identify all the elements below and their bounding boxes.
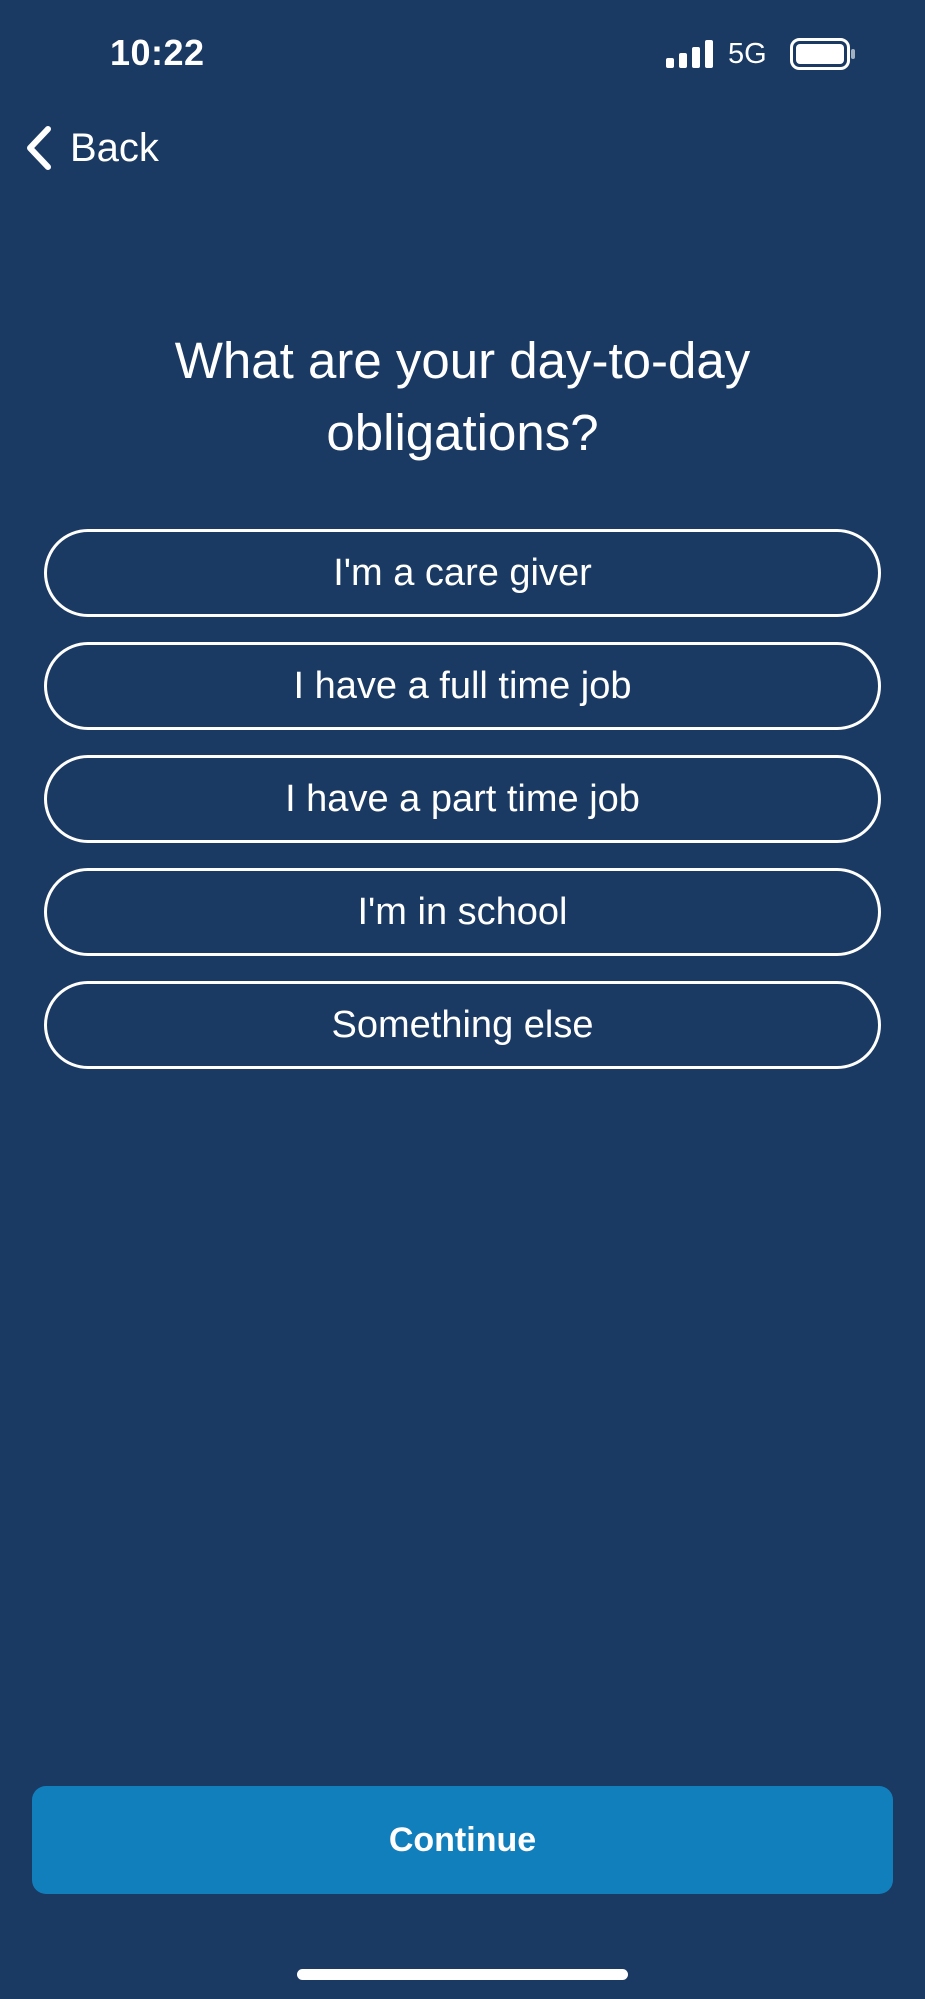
question-title: What are your day-to-day obligations?	[174, 332, 751, 461]
option-in-school[interactable]: I'm in school	[44, 868, 881, 956]
home-indicator[interactable]	[297, 1969, 628, 1980]
status-bar: 10:22 5G	[0, 0, 925, 110]
back-label: Back	[70, 125, 159, 170]
continue-button[interactable]: Continue	[32, 1786, 893, 1894]
option-part-time-job[interactable]: I have a part time job	[44, 755, 881, 843]
option-something-else[interactable]: Something else	[44, 981, 881, 1069]
obligations-screen: 10:22 5G Back What are your day-to-day o…	[0, 0, 925, 1999]
options-list: I'm a care giver I have a full time job …	[44, 529, 881, 1094]
network-type: 5G	[728, 38, 767, 70]
signal-bars-icon	[666, 40, 713, 68]
chevron-left-icon	[27, 126, 51, 170]
back-button[interactable]: Back	[22, 118, 159, 178]
battery-icon	[790, 38, 855, 70]
option-care-giver[interactable]: I'm a care giver	[44, 529, 881, 617]
status-time: 10:22	[110, 32, 205, 73]
option-full-time-job[interactable]: I have a full time job	[44, 642, 881, 730]
